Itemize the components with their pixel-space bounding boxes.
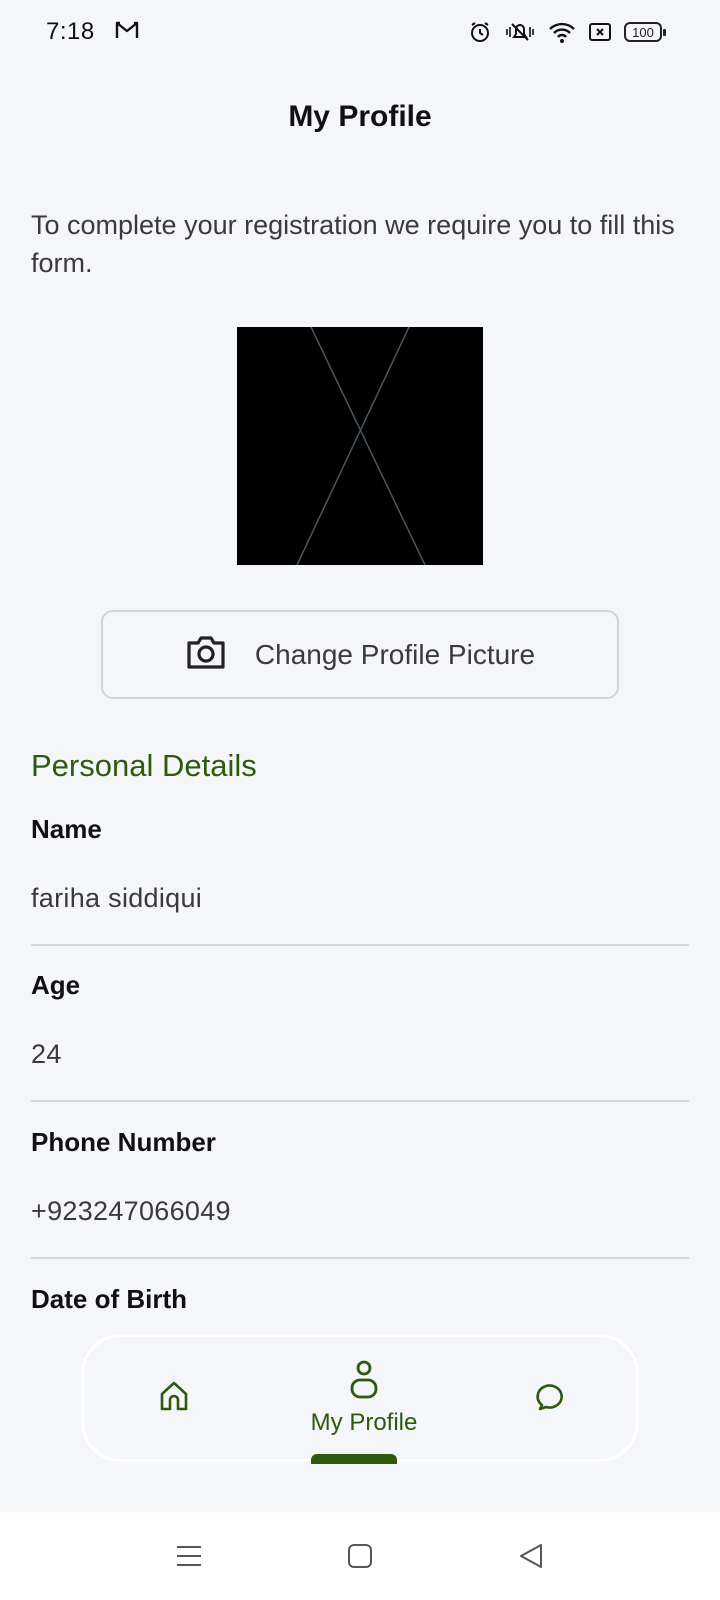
name-label: Name [31, 814, 102, 844]
name-value[interactable]: fariha siddiqui [31, 883, 689, 914]
status-bar: 7:18 100 [0, 0, 720, 64]
system-nav-bar [0, 1512, 720, 1600]
alarm-icon [468, 20, 492, 44]
status-left: 7:18 [46, 18, 139, 46]
page-title: My Profile [288, 100, 432, 133]
name-field[interactable]: Name fariha siddiqui [31, 814, 689, 946]
nav-home[interactable] [124, 1337, 224, 1459]
home-icon [159, 1380, 189, 1417]
vibrate-mute-icon [504, 20, 536, 44]
profile-picture [237, 326, 483, 566]
change-profile-picture-button[interactable]: Change Profile Picture [101, 610, 619, 699]
user-icon [349, 1360, 379, 1405]
phone-number-value[interactable]: +923247066049 [31, 1196, 689, 1227]
age-field[interactable]: Age 24 [31, 970, 689, 1102]
camera-icon [185, 633, 227, 676]
nav-chat[interactable] [502, 1337, 602, 1459]
bottom-nav: My Profile [81, 1334, 639, 1462]
wifi-icon [548, 20, 576, 44]
section-title-personal-details: Personal Details [31, 748, 257, 783]
recent-apps-button[interactable] [175, 1542, 203, 1575]
status-time: 7:18 [46, 18, 95, 45]
nav-my-profile[interactable]: My Profile [264, 1337, 464, 1459]
home-button[interactable] [346, 1542, 374, 1575]
age-label: Age [31, 970, 81, 1000]
gmail-icon [115, 20, 139, 45]
phone-number-underline [31, 1257, 689, 1259]
date-of-birth-label: Date of Birth [31, 1284, 187, 1314]
status-right: 100 [468, 20, 666, 44]
age-underline [31, 1100, 689, 1102]
back-button[interactable] [517, 1542, 545, 1575]
chat-icon [536, 1381, 568, 1416]
name-underline [31, 944, 689, 946]
battery-icon: 100 [624, 22, 666, 42]
phone-number-label: Phone Number [31, 1127, 216, 1157]
nav-my-profile-label: My Profile [310, 1408, 418, 1436]
nav-active-indicator [311, 1454, 397, 1464]
no-sim-icon [588, 20, 612, 44]
date-of-birth-field[interactable]: Date of Birth [31, 1284, 689, 1315]
intro-text: To complete your registration we require… [31, 210, 675, 278]
change-profile-picture-label: Change Profile Picture [254, 638, 536, 670]
phone-number-field[interactable]: Phone Number +923247066049 [31, 1127, 689, 1259]
age-value[interactable]: 24 [31, 1039, 689, 1070]
